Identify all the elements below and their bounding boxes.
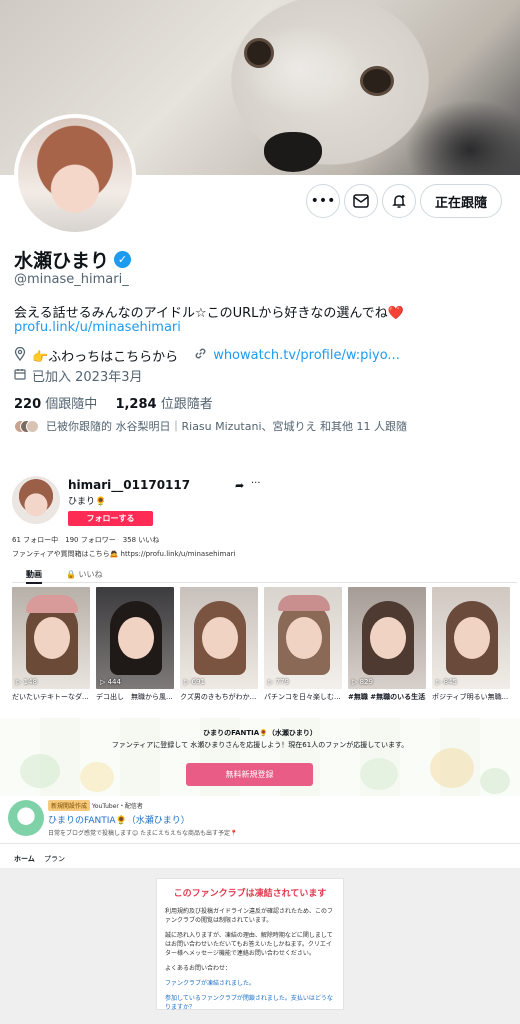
- notification-bell-icon: [392, 195, 406, 208]
- more-icon[interactable]: ···: [251, 478, 261, 489]
- profile-meta-row: 👉ふわっちはこちらから whowatch.tv/profile/w:piyo..…: [14, 346, 400, 365]
- following-link[interactable]: 220 個跟隨中: [14, 397, 97, 412]
- tiktok-username: himari__01170117: [68, 478, 191, 492]
- notice-text: 利用規約及び投稿ガイドライン違反が確認されたため、このファンクラブの閲覧は制限さ…: [165, 908, 334, 924]
- following-button[interactable]: 正在跟隨: [420, 184, 502, 218]
- notify-button[interactable]: [382, 184, 416, 218]
- view-count: ▷ 691: [184, 678, 205, 686]
- more-button[interactable]: •••: [306, 184, 340, 218]
- video-thumbnail[interactable]: ▷ 845: [432, 587, 510, 689]
- profile-location: 👉ふわっちはこちらから: [32, 350, 179, 365]
- view-count: ▷ 829: [352, 678, 373, 686]
- follow-stats: 220 個跟隨中 1,284 位跟隨者: [14, 393, 213, 412]
- profile-name-row: 水瀬ひまり ✓: [14, 246, 132, 273]
- category-badge: YouTuber・配信者: [92, 803, 143, 810]
- notice-text: 誠に恐れ入りますが、凍結の理由、解除時期などに関しましてはお問い合わせいただいて…: [165, 932, 333, 957]
- followed-by-text: 已被你跟隨的 水谷梨明日｜Riasu Mizutani、宮城りえ 和其他 11 …: [46, 420, 407, 433]
- tiktok-stats: 61 フォロー中 190 フォロワー 358 いいね: [12, 536, 160, 544]
- fanclub-description: 日常をブログ感覚で投稿します😊 たまにえちえちな商品も出す予定📍: [48, 830, 238, 837]
- followers-link[interactable]: 1,284 位跟隨者: [115, 397, 212, 412]
- avatar: [26, 419, 39, 433]
- location-icon: [14, 346, 26, 365]
- profile-avatar[interactable]: [14, 114, 136, 236]
- profile-website[interactable]: whowatch.tv/profile/w:piyo...: [213, 348, 400, 363]
- dog-eye-left: [244, 38, 274, 68]
- notice-title: このファンクラブは凍結されています: [173, 889, 327, 899]
- tiktok-avatar[interactable]: [12, 476, 60, 524]
- fanclub-icon[interactable]: [8, 800, 44, 836]
- more-icon: •••: [310, 193, 336, 209]
- faq-link[interactable]: ファンクラブが凍結されました。: [165, 979, 335, 988]
- faq-label: よくあるお問い合わせ：: [165, 965, 232, 972]
- video-caption: ポジティブ明るい無職...: [432, 693, 509, 701]
- new-badge: 新規開設作成: [48, 800, 91, 811]
- tiktok-tabs: 動画 🔒 いいね: [12, 567, 517, 584]
- fanclub-name[interactable]: ひまりのFANTIA🌻（水瀬ひまり）: [48, 813, 190, 826]
- video-thumbnail[interactable]: ▷ 779: [264, 587, 342, 689]
- view-count: ▷ 845: [436, 678, 457, 686]
- mail-icon: [353, 194, 369, 208]
- joined-row: 已加入 2023年3月: [14, 366, 143, 385]
- video-thumbnail[interactable]: ▷ 829: [348, 587, 426, 689]
- message-button[interactable]: [344, 184, 378, 218]
- view-count: ▷ 148: [16, 678, 37, 686]
- bio-link[interactable]: profu.link/u/minasehimari: [14, 320, 181, 335]
- view-count: ▷ 779: [268, 678, 289, 686]
- fantia-banner-title: ひまりのFANTIA🌻（水瀬ひまり）: [203, 729, 317, 737]
- video-caption: パチンコを日々楽しむ...: [264, 693, 341, 701]
- profile-name: 水瀬ひまり: [14, 250, 110, 272]
- video-thumbnail[interactable]: ▷ 691: [180, 587, 258, 689]
- dog-eye-right: [360, 66, 394, 96]
- followers-you-know[interactable]: 已被你跟隨的 水谷梨明日｜Riasu Mizutani、宮城りえ 和其他 11 …: [14, 418, 407, 434]
- register-button[interactable]: 無料新規登録: [186, 763, 313, 786]
- profile-bio: 会える話せるみんなのアイドル☆このURLから好きなの選んでね❤️: [14, 306, 404, 321]
- video-caption: クズ男のきもちがわか...: [180, 693, 257, 701]
- dog-nose: [264, 132, 322, 172]
- tab-videos[interactable]: 動画: [26, 569, 42, 584]
- video-caption: だいたいテキトーなダ...: [12, 693, 89, 701]
- frozen-notice: このファンクラブは凍結されています 利用規約及び投稿ガイドライン違反が確認された…: [156, 878, 344, 1012]
- faq-link[interactable]: 参加しているファンクラブが閉鎖されました。支払いはどうなりますか？: [165, 994, 335, 1012]
- link-icon: [194, 347, 207, 364]
- tiktok-follow-button[interactable]: フォローする: [68, 511, 153, 526]
- profile-handle: @minase_himari_: [14, 272, 129, 287]
- fanclub-tabs: ホーム プラン: [0, 846, 520, 870]
- video-caption: #無職 #無職のいる生活...: [348, 693, 426, 701]
- fantia-banner-desc: ファンティアに登録して 水瀬ひまりさんを応援しよう！現在61人のファンが応援して…: [111, 741, 409, 749]
- verified-icon: ✓: [114, 251, 132, 268]
- mutual-avatars: [14, 419, 39, 433]
- joined-date: 已加入 2023年3月: [32, 370, 143, 385]
- tab-plan[interactable]: プラン: [44, 854, 65, 864]
- video-caption: デコ出し 無職から風...: [96, 693, 173, 701]
- share-icon[interactable]: ➦: [235, 479, 244, 492]
- tab-likes[interactable]: 🔒 いいね: [66, 569, 103, 580]
- video-thumbnail[interactable]: ▷ 148: [12, 587, 90, 689]
- view-count: ▷ 444: [100, 678, 121, 686]
- calendar-icon: [14, 368, 26, 384]
- video-thumbnail[interactable]: ▷ 444: [96, 587, 174, 689]
- tiktok-bio: ファンティアや質問箱はこちら🙇 https://profu.link/u/min…: [12, 550, 236, 558]
- tiktok-display-name: ひまり🌻: [68, 497, 107, 507]
